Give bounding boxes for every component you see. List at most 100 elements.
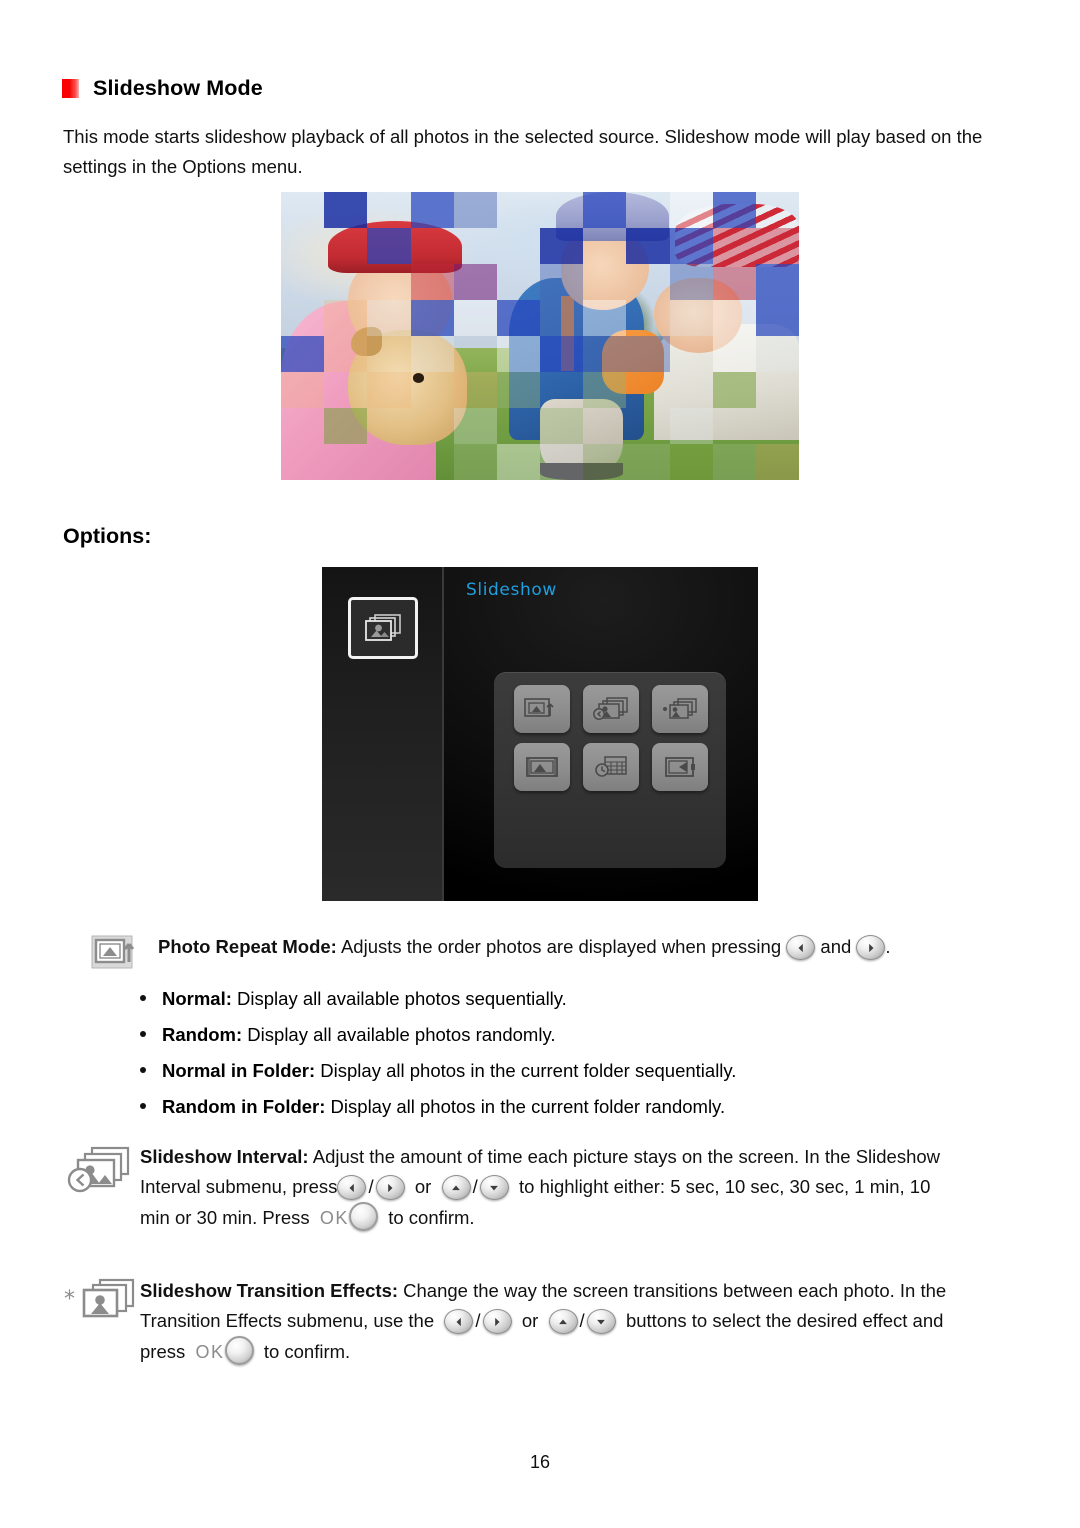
- list-item: Random in Folder: Display all photos in …: [140, 1092, 736, 1128]
- mosaic-tile: [583, 336, 627, 372]
- mosaic-tile: [626, 228, 670, 264]
- item-line-3b: to confirm.: [388, 1207, 475, 1228]
- mosaic-tile: [669, 264, 713, 300]
- bullet-desc: Display all available photos sequentiall…: [231, 988, 567, 1009]
- mosaic-tile: [756, 372, 799, 408]
- mosaic-tile: [626, 408, 669, 444]
- mosaic-tile: [281, 372, 325, 408]
- slideshow-exit-icon: [665, 757, 695, 777]
- right-arrow-button[interactable]: [375, 1175, 405, 1200]
- mosaic-tile: [367, 264, 410, 300]
- right-arrow-button[interactable]: [482, 1309, 512, 1334]
- ok-label: OK: [319, 1208, 349, 1228]
- mosaic-tile: [712, 264, 756, 300]
- mosaic-tile: [281, 408, 324, 444]
- mosaic-tile: [670, 336, 713, 372]
- mosaic-tile: [583, 228, 626, 264]
- mosaic-tile: [670, 372, 713, 408]
- up-arrow-button[interactable]: [441, 1175, 471, 1200]
- mosaic-tile: [540, 192, 583, 228]
- menu-tile-calendar-clock[interactable]: [583, 743, 639, 791]
- mosaic-tile: [411, 408, 454, 444]
- mosaic-tile: [626, 192, 669, 228]
- menu-tile-display-mode[interactable]: [514, 743, 570, 791]
- mosaic-tile: [453, 372, 497, 408]
- intro-paragraph: This mode starts slideshow playback of a…: [63, 126, 983, 177]
- ok-button[interactable]: [224, 1336, 254, 1365]
- menu-content: Slideshow: [444, 567, 758, 901]
- mosaic-tile: [755, 264, 799, 300]
- item-slideshow-transition-effects: * Slideshow Transition Effects: Change t…: [62, 1276, 1030, 1367]
- slideshow-transition-effects-icon: *: [62, 1276, 138, 1333]
- mosaic-tile: [540, 264, 584, 300]
- list-item: Random: Display all available photos ran…: [140, 1020, 736, 1056]
- mosaic-tile: [453, 264, 497, 300]
- mosaic-tile: [411, 372, 454, 408]
- menu-grid-panel: [494, 672, 726, 868]
- ok-label: OK: [195, 1342, 225, 1362]
- mosaic-tile: [453, 192, 497, 228]
- left-arrow-button[interactable]: [786, 935, 816, 960]
- item-line-3a: min or 30 min. Press: [140, 1207, 310, 1228]
- slideshow-transition-effects-glyph: *: [64, 1278, 135, 1318]
- mosaic-tile: [496, 336, 540, 372]
- mosaic-tile: [281, 444, 324, 480]
- mosaic-tile: [583, 300, 627, 336]
- mosaic-tile: [669, 444, 713, 480]
- mosaic-tile: [712, 336, 756, 372]
- menu-tile-transition-effects[interactable]: [652, 685, 708, 733]
- up-arrow-button[interactable]: [548, 1309, 578, 1334]
- mosaic-tile: [281, 336, 325, 372]
- page-number: 16: [529, 1452, 551, 1472]
- mosaic-tile: [410, 192, 454, 228]
- menu-tile-photo-repeat-mode[interactable]: [514, 685, 570, 733]
- mosaic-tile: [497, 192, 540, 228]
- slideshow-interval-icon: [593, 697, 628, 720]
- bullet-desc: Display all photos in the current folder…: [315, 1060, 737, 1081]
- mosaic-tile: [367, 228, 411, 264]
- mosaic-tile: [411, 444, 454, 480]
- mosaic-tile: [367, 336, 410, 372]
- mosaic-tile: [626, 372, 669, 408]
- section-heading: Slideshow Mode: [62, 77, 263, 100]
- mosaic-tile: [324, 300, 368, 336]
- mosaic-tile: [755, 228, 799, 264]
- svg-text:*: *: [64, 1287, 75, 1312]
- mosaic-tile: [669, 300, 713, 336]
- bullet-dot-icon: [140, 1067, 146, 1073]
- left-arrow-button[interactable]: [444, 1309, 474, 1334]
- mosaic-transition-overlay: [281, 192, 799, 480]
- right-arrow-button[interactable]: [856, 935, 886, 960]
- mosaic-tile: [669, 408, 713, 444]
- down-arrow-button[interactable]: [586, 1309, 616, 1334]
- item-conjunction: and: [815, 936, 857, 957]
- ok-button[interactable]: [348, 1202, 378, 1231]
- mosaic-tile: [281, 192, 324, 228]
- photo-repeat-mode-icon: [524, 698, 554, 717]
- mosaic-tile: [712, 300, 756, 336]
- down-arrow-button[interactable]: [479, 1175, 509, 1200]
- mosaic-tile: [712, 192, 756, 228]
- mosaic-tile: [324, 372, 367, 408]
- slideshow-stack-icon[interactable]: [348, 597, 418, 659]
- mosaic-tile: [454, 336, 497, 372]
- bullet-term: Normal in Folder:: [162, 1060, 316, 1081]
- menu-tile-exit[interactable]: [652, 743, 708, 791]
- list-item: Normal in Folder: Display all photos in …: [140, 1056, 736, 1092]
- mosaic-tile: [324, 264, 367, 300]
- mosaic-tile: [540, 444, 584, 480]
- menu-tile-slideshow-interval[interactable]: [583, 685, 639, 733]
- mosaic-tile: [669, 192, 713, 228]
- left-arrow-button[interactable]: [337, 1175, 367, 1200]
- mosaic-tile: [281, 228, 324, 264]
- mosaic-tile: [626, 264, 669, 300]
- item-line-1: Adjust the amount of time each picture s…: [308, 1146, 941, 1167]
- slideshow-display-mode-icon: [526, 757, 558, 777]
- red-square-bullet-icon: [62, 79, 79, 99]
- mosaic-tile: [540, 372, 583, 408]
- slideshow-transition-effects-icon: [663, 698, 697, 719]
- mosaic-tile: [410, 264, 454, 300]
- mosaic-tile: [367, 192, 410, 228]
- item-line-2b: buttons to select the desired effect and: [625, 1310, 944, 1331]
- item-line-3a: press: [140, 1341, 186, 1362]
